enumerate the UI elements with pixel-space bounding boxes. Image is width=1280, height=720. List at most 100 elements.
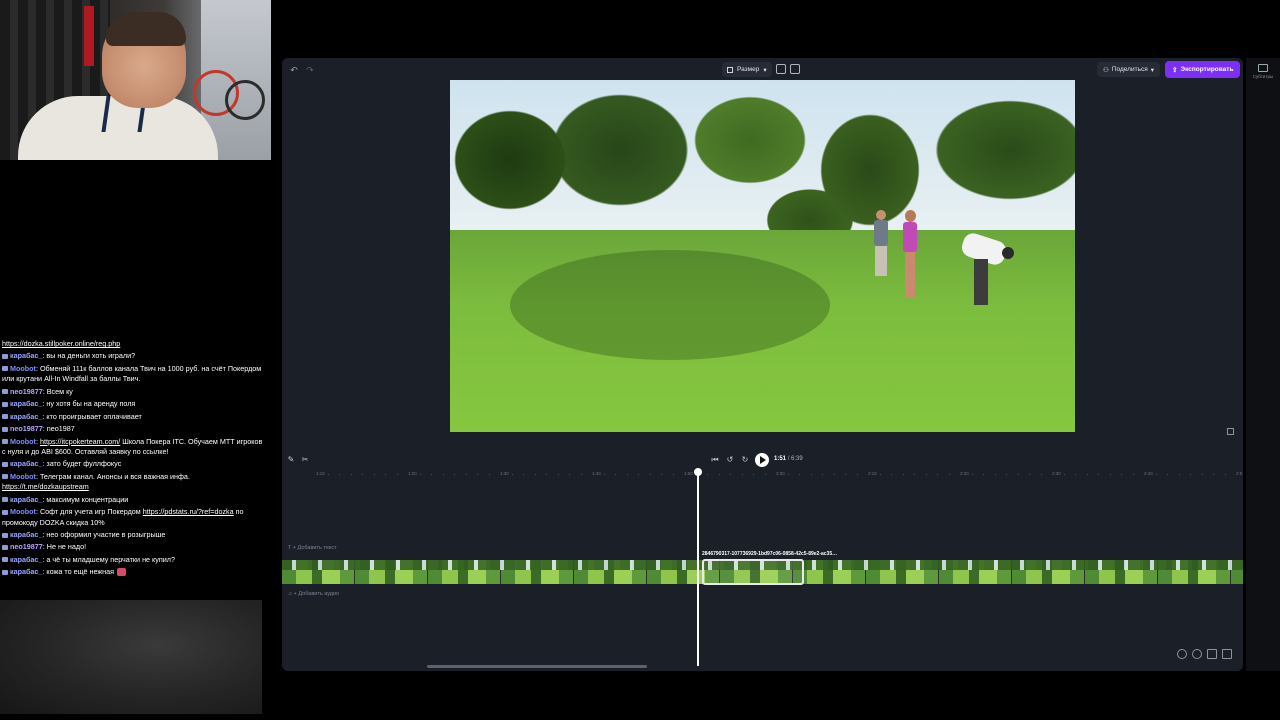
chat-link[interactable]: https://pdstats.ru/?ref=dozka (143, 507, 234, 516)
music-note-icon: ♫ (288, 591, 293, 597)
zoom-in-icon[interactable] (1192, 649, 1202, 659)
chat-username[interactable]: neo19877 (10, 542, 43, 551)
play-button[interactable] (755, 453, 769, 467)
layout-icon[interactable] (1222, 649, 1232, 659)
ruler-tick-label: 2:20 (960, 471, 969, 476)
ruler-tick (1132, 474, 1134, 475)
ruler-tick (925, 474, 927, 475)
ruler-tick (419, 474, 421, 475)
captions-icon[interactable] (1258, 64, 1268, 72)
export-button[interactable]: ⇪ Экспортировать (1165, 61, 1241, 78)
ruler-tick (833, 474, 835, 475)
playhead-handle[interactable] (694, 468, 702, 476)
timeline-ruler[interactable]: 1:10 1:20 1:30 1:40 1:50 2:00 2:10 2:20 2:30 2:40… (282, 470, 1243, 480)
right-sidebar: Субтитры (1246, 58, 1280, 671)
ruler-tick (1178, 474, 1180, 475)
share-button[interactable]: ⚇ Поделиться ▾ (1097, 62, 1160, 77)
ruler-tick (1121, 474, 1122, 475)
zoom-out-icon[interactable] (1177, 649, 1187, 659)
ruler-tick (856, 474, 858, 475)
ruler-tick (534, 474, 536, 475)
chat-link[interactable]: https://t.me/dozkaupstream (2, 482, 89, 491)
zoom-controls (1177, 649, 1232, 659)
fullscreen-icon[interactable] (1227, 428, 1234, 435)
chat-message: Moobot: Софт для учета игр Покердом http… (0, 506, 268, 529)
ruler-tick (672, 474, 674, 475)
chat-badge-icon (2, 389, 8, 395)
chat-username[interactable]: карабас_ (10, 530, 42, 539)
chat-username[interactable]: карабас_ (10, 495, 42, 504)
chat-username[interactable]: Moobot (10, 472, 36, 481)
ruler-tick (396, 474, 398, 475)
chat-badge-icon (2, 545, 8, 551)
selected-clip[interactable] (702, 559, 804, 585)
chat-username[interactable]: Moobot (10, 507, 36, 516)
export-label: Экспортировать (1180, 66, 1234, 73)
ruler-tick (523, 474, 524, 475)
playback-controls: ✎ ✂ ⏮ ↺ ↻ 1:51 / 6:39 (282, 452, 1243, 468)
ruler-tick (1109, 474, 1111, 475)
ruler-tick-label: 1:30 (500, 471, 509, 476)
ruler-tick (1006, 474, 1007, 475)
chat-username[interactable]: карабас_ (10, 399, 42, 408)
total-time: / 6:39 (787, 456, 803, 462)
chat-message: neo19877: Не не надо! (0, 541, 268, 553)
image-adjust-icon[interactable] (790, 64, 800, 74)
playhead[interactable] (697, 470, 699, 666)
upload-icon: ⇪ (1172, 66, 1178, 74)
chat-username[interactable]: карабас_ (10, 351, 42, 360)
ruler-tick (327, 474, 329, 475)
chat-link[interactable]: https://dozka.stillpoker.online/reg.php (2, 339, 120, 348)
chat-username[interactable]: Moobot (10, 437, 36, 446)
chat-username[interactable]: карабас_ (10, 555, 42, 564)
skip-back-icon[interactable]: ⏮ (710, 455, 720, 465)
video-preview[interactable] (450, 80, 1075, 432)
redo-icon[interactable]: ↷ (304, 64, 316, 76)
chat-message: neo19877: neo1987 (0, 423, 268, 435)
ruler-tick (350, 474, 352, 475)
ruler-tick (638, 474, 639, 475)
bicycle-wheel (225, 80, 265, 120)
add-text-track[interactable]: T + Добавить текст (288, 545, 337, 551)
chat-link[interactable]: https://itcpokerteam.com/ (40, 437, 120, 446)
chat-username[interactable]: карабас_ (10, 459, 42, 468)
add-audio-label: + Добавить аудио (293, 591, 340, 597)
fit-icon[interactable] (1207, 649, 1217, 659)
chat-message: карабас_: а чё ты младшему перчатки не к… (0, 554, 268, 566)
chat-username[interactable]: neo19877 (10, 424, 43, 433)
chat-username[interactable]: карабас_ (10, 567, 42, 576)
ruler-tick (1201, 474, 1203, 475)
ruler-tick (730, 474, 731, 475)
add-audio-track[interactable]: ♫ + Добавить аудио (288, 591, 339, 597)
size-dropdown[interactable]: Размер ▾ (722, 62, 772, 77)
chat-text: : Не не надо! (42, 542, 87, 552)
rewind-5-icon[interactable]: ↺ (725, 455, 735, 464)
ruler-tick (1063, 474, 1065, 475)
ruler-tick (1017, 474, 1019, 475)
ruler-tick (488, 474, 490, 475)
preview-shadow (510, 250, 830, 360)
chat-text: : вы на деньги хоть играли? (42, 351, 136, 361)
golfer-figure (870, 210, 892, 280)
scissors-icon[interactable]: ✂ (300, 455, 310, 464)
ruler-tick (948, 474, 950, 475)
chat-text: : кто проигрывает оплачивает (42, 411, 142, 421)
chat-username[interactable]: Moobot (10, 364, 36, 373)
chat-badge-icon (2, 439, 8, 445)
timeline-scrollbar[interactable] (427, 665, 647, 668)
ruler-tick (1190, 474, 1191, 475)
forward-5-icon[interactable]: ↻ (740, 455, 750, 464)
magic-wand-icon[interactable]: ✎ (286, 455, 296, 464)
chat-username[interactable]: карабас_ (10, 412, 42, 421)
ruler-tick (764, 474, 766, 475)
chat-text: : нео оформил участие в розыгрыше (42, 530, 166, 539)
chat-message: карабас_: ну хотя бы на аренду поля (0, 398, 268, 410)
ruler-tick (902, 474, 904, 475)
ruler-tick (557, 474, 559, 475)
captions-label: Субтитры (1252, 74, 1274, 79)
crop-icon[interactable] (776, 64, 786, 74)
chat-username[interactable]: neo19877 (10, 387, 43, 396)
undo-icon[interactable]: ↶ (288, 64, 300, 76)
editor-topbar: ↶ ↷ Размер ▾ ⚇ Поделиться ▾ ⇪ Экспортиро… (282, 58, 1243, 82)
ruler-tick (626, 474, 628, 475)
